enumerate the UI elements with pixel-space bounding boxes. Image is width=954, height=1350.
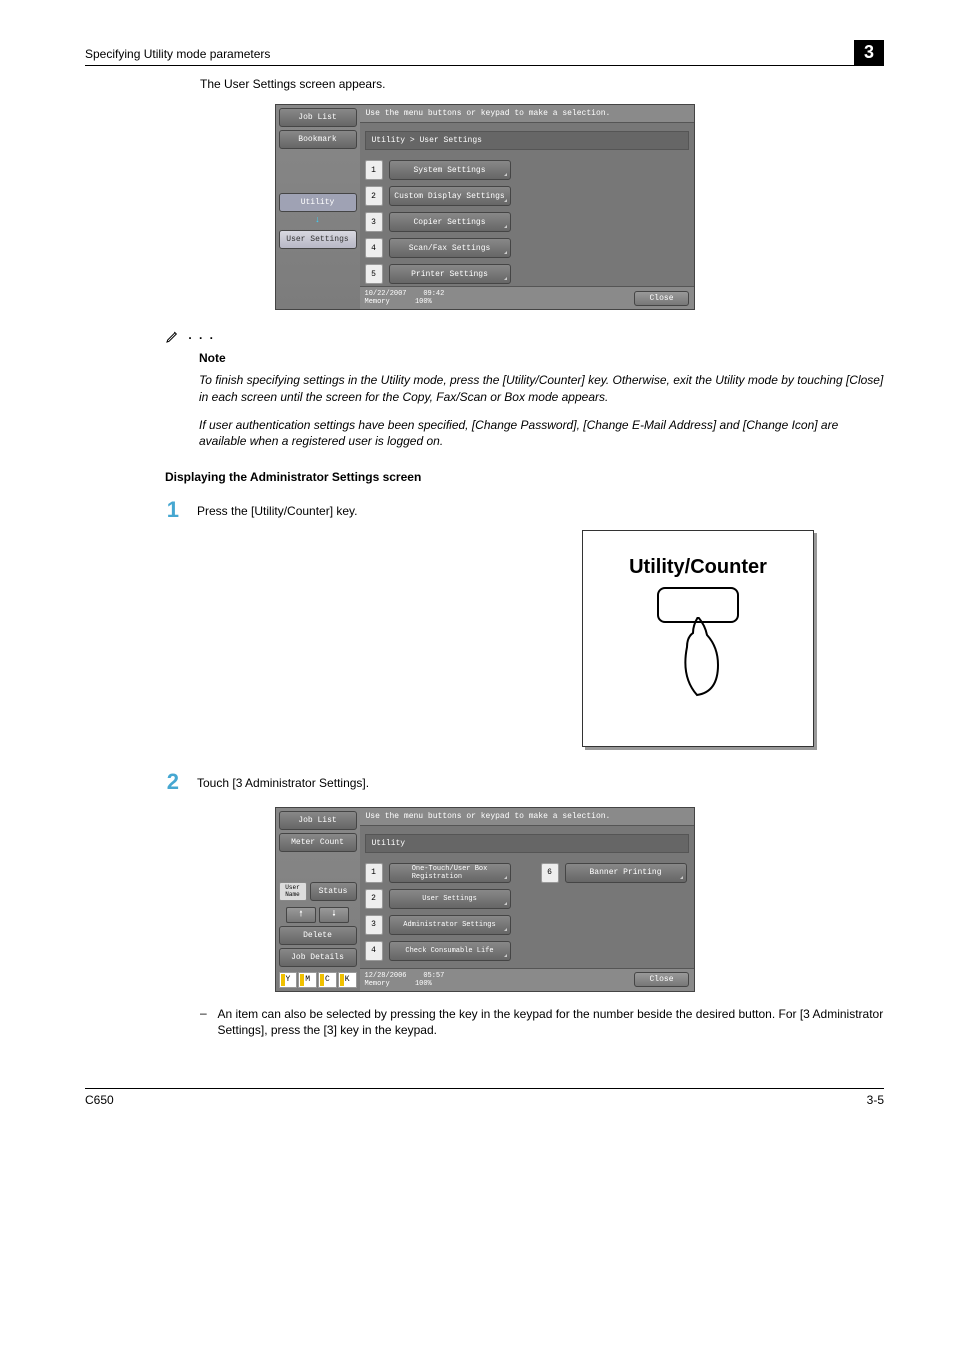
menu-item-button[interactable]: One-Touch/User Box Registration (389, 863, 511, 883)
section-heading: Displaying the Administrator Settings sc… (165, 469, 884, 485)
toner-level-k: K (338, 972, 357, 988)
step-number-1: 1 (159, 499, 179, 523)
key-label: Utility/Counter (629, 556, 767, 579)
job-details-button[interactable]: Job Details (279, 948, 357, 967)
job-list-tab[interactable]: Job List (279, 108, 357, 127)
menu-number: 4 (365, 238, 383, 258)
note-p1: To finish specifying settings in the Uti… (199, 372, 884, 404)
instruction-text: Use the menu buttons or keypad to make a… (360, 105, 694, 123)
menu-number: 2 (365, 186, 383, 206)
breadcrumb: Utility > User Settings (365, 131, 689, 150)
running-head: Specifying Utility mode parameters (85, 47, 270, 61)
footer-right: 3-5 (867, 1093, 884, 1107)
toner-level-y: Y (279, 972, 298, 988)
meter-count-button[interactable]: Meter Count (279, 833, 357, 852)
footer-mem-val: 100% (415, 980, 432, 988)
menu-number: 3 (365, 915, 383, 935)
menu-item-button[interactable]: Check Consumable Life (389, 941, 511, 961)
hand-icon (663, 617, 733, 697)
breadcrumb: Utility (365, 834, 689, 853)
menu-item-button[interactable]: Administrator Settings (389, 915, 511, 935)
menu-item-button[interactable]: System Settings (389, 160, 511, 180)
step2-text: Touch [3 Administrator Settings]. (197, 775, 369, 791)
menu-item-button[interactable]: Copier Settings (389, 212, 511, 232)
user-settings-screen: Job List Bookmark Utility ↓ User Setting… (275, 104, 695, 310)
scroll-down-icon[interactable]: 🠗 (319, 907, 349, 923)
footer-time: 09:42 (423, 290, 444, 298)
note-p2: If user authentication settings have bee… (199, 417, 884, 449)
menu-item-button[interactable]: Banner Printing (565, 863, 687, 883)
utility-tab[interactable]: Utility (279, 193, 357, 212)
note-heading: Note (199, 350, 884, 366)
hardware-button-icon (657, 587, 739, 623)
menu-number: 3 (365, 212, 383, 232)
instruction-text: Use the menu buttons or keypad to make a… (360, 808, 694, 826)
menu-number: 5 (365, 264, 383, 284)
note-dots: . . . (188, 328, 215, 342)
scroll-up-icon[interactable]: 🠕 (286, 907, 316, 923)
utility-counter-key-illustration: Utility/Counter (582, 530, 814, 747)
close-button[interactable]: Close (634, 972, 688, 987)
menu-number: 4 (365, 941, 383, 961)
chapter-badge: 3 (854, 40, 884, 65)
menu-number: 2 (365, 889, 383, 909)
step-number-2: 2 (159, 771, 179, 795)
menu-number: 1 (365, 863, 383, 883)
toner-level-m: M (298, 972, 317, 988)
step2-note: An item can also be selected by pressing… (218, 1006, 885, 1038)
footer-left: C650 (85, 1093, 114, 1107)
close-button[interactable]: Close (634, 291, 688, 306)
footer-date: 12/28/2006 (365, 972, 407, 980)
menu-number: 6 (541, 863, 559, 883)
user-name-chip: User Name (279, 882, 307, 901)
pencil-icon (165, 328, 188, 342)
intro-text: The User Settings screen appears. (200, 76, 884, 92)
step1-text: Press the [Utility/Counter] key. (197, 503, 884, 519)
footer-mem-val: 100% (415, 298, 432, 306)
menu-item-button[interactable]: User Settings (389, 889, 511, 909)
down-arrow-icon: ↓ (279, 215, 357, 227)
footer-mem-label: Memory (365, 980, 390, 988)
footer-mem-label: Memory (365, 298, 390, 306)
job-list-tab[interactable]: Job List (279, 811, 357, 830)
footer-time: 05:57 (423, 972, 444, 980)
menu-number: 1 (365, 160, 383, 180)
bookmark-tab[interactable]: Bookmark (279, 130, 357, 149)
status-button[interactable]: Status (310, 882, 357, 901)
delete-button[interactable]: Delete (279, 926, 357, 945)
dash-bullet: – (200, 1006, 208, 1038)
menu-item-button[interactable]: Printer Settings (389, 264, 511, 284)
menu-item-button[interactable]: Custom Display Settings (389, 186, 511, 206)
toner-level-c: C (318, 972, 337, 988)
utility-screen: Job List Meter Count User Name Status 🠕 … (275, 807, 695, 992)
user-settings-tab[interactable]: User Settings (279, 230, 357, 249)
footer-date: 10/22/2007 (365, 290, 407, 298)
menu-item-button[interactable]: Scan/Fax Settings (389, 238, 511, 258)
